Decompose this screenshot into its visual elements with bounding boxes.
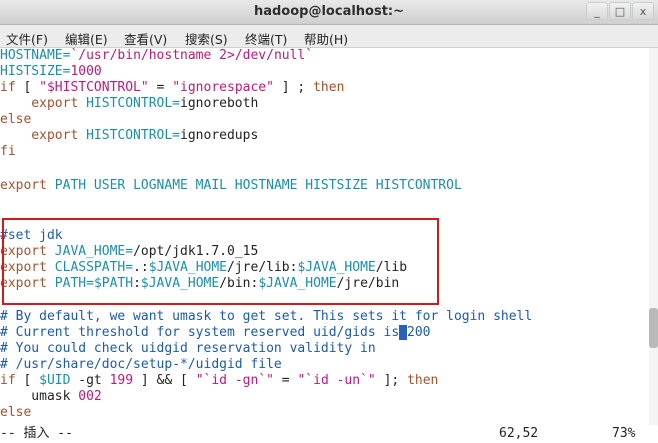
code-line: HISTSIZE=1000 — [0, 64, 102, 79]
menu-file[interactable]: 文件(F) — [6, 29, 48, 48]
code-line: if [ $UID -gt 199 ] && [ "`id -gn`" = "`… — [0, 373, 439, 388]
scrollbar[interactable] — [649, 48, 658, 443]
menu-terminal[interactable]: 终端(T) — [245, 29, 287, 48]
menu-view[interactable]: 查看(V) — [124, 29, 167, 48]
code-line: export HISTCONTROL=ignoreboth — [0, 96, 259, 111]
scrollbar-thumb[interactable] — [649, 308, 658, 348]
code-line: # Current threshold for system reserved … — [0, 325, 431, 340]
text-cursor — [399, 325, 407, 340]
minimize-button[interactable]: _ — [586, 2, 608, 20]
code-line: # You could check uidgid reservation val… — [0, 341, 376, 356]
code-line: fi — [0, 144, 16, 159]
window-title: hadoop@localhost:~ — [253, 4, 405, 19]
code-line: export PATH USER LOGNAME MAIL HOSTNAME H… — [0, 178, 462, 193]
title-bar[interactable]: hadoop@localhost:~ _ □ x — [0, 0, 658, 25]
vim-status-line: -- 插入 -- 62,52 73% — [0, 425, 658, 443]
cursor-position: 62,52 — [499, 426, 539, 441]
window-controls: _ □ x — [585, 2, 654, 20]
code-line: else — [0, 405, 32, 420]
close-button[interactable]: x — [632, 2, 654, 20]
code-line: # By default, we want umask to get set. … — [0, 309, 533, 324]
code-line: HOSTNAME=`/usr/bin/hostname 2>/dev/null` — [0, 48, 314, 63]
menu-bar: 文件(F) 编辑(E) 查看(V) 搜索(S) 终端(T) 帮助(H) — [0, 25, 658, 48]
code-line: if [ "$HISTCONTROL" = "ignorespace" ] ; … — [0, 80, 345, 95]
code-line: export HISTCONTROL=ignoredups — [0, 128, 259, 143]
terminal-window: hadoop@localhost:~ _ □ x 文件(F) 编辑(E) 查看(… — [0, 0, 658, 443]
annotation-box — [2, 218, 439, 305]
code-line: # /usr/share/doc/setup-*/uidgid file — [0, 357, 282, 372]
maximize-button[interactable]: □ — [609, 2, 631, 20]
file-percent: 73% — [612, 426, 636, 441]
menu-search[interactable]: 搜索(S) — [185, 29, 228, 48]
menu-help[interactable]: 帮助(H) — [304, 29, 348, 48]
mode-indicator: -- 插入 -- — [0, 426, 73, 441]
code-line: umask 002 — [0, 389, 102, 404]
code-line: else — [0, 112, 32, 127]
menu-edit[interactable]: 编辑(E) — [65, 29, 108, 48]
